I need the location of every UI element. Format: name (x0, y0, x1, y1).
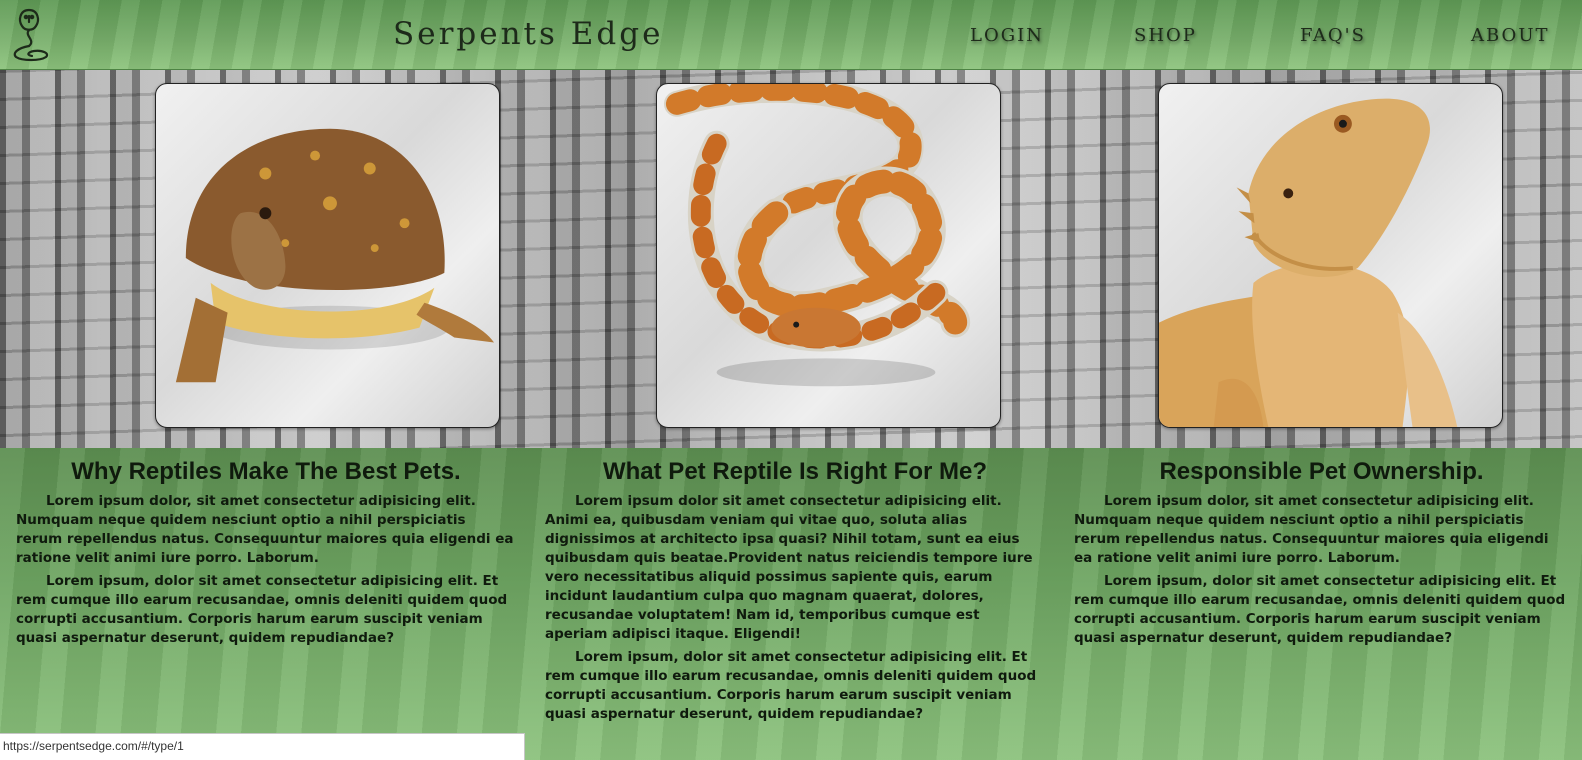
cobra-icon[interactable] (6, 6, 52, 64)
section-paragraph: Lorem ipsum, dolor sit amet consectetur … (1074, 573, 1566, 646)
nav-shop[interactable]: SHOP (1134, 25, 1197, 46)
bearded-dragon-image[interactable] (1158, 83, 1503, 428)
nav-about[interactable]: ABOUT (1471, 25, 1550, 46)
section-title: Why Reptiles Make The Best Pets. (71, 458, 461, 485)
section-paragraph: Lorem ipsum, dolor sit amet consectetur … (545, 649, 1037, 722)
section-right-reptile: What Pet Reptile Is Right For Me? Lorem … (545, 458, 1045, 728)
section-paragraph: Lorem ipsum, dolor sit amet consectetur … (16, 573, 508, 646)
section-paragraph: Lorem ipsum dolor sit amet consectetur a… (545, 493, 1033, 642)
status-bar-url: https://serpentsedge.com/#/type/1 (0, 733, 525, 760)
nav-faqs[interactable]: FAQ'S (1300, 25, 1366, 46)
section-title: Responsible Pet Ownership. (1159, 458, 1484, 485)
section-responsible-ownership: Responsible Pet Ownership. Lorem ipsum d… (1074, 458, 1569, 652)
corn-snake-image[interactable] (656, 83, 1001, 428)
section-why-reptiles: Why Reptiles Make The Best Pets. Lorem i… (16, 458, 516, 652)
box-turtle-image[interactable] (155, 83, 500, 428)
nav-login[interactable]: LOGIN (970, 25, 1044, 46)
site-header: Serpents Edge LOGIN SHOP FAQ'S ABOUT (0, 0, 1582, 70)
site-title[interactable]: Serpents Edge (393, 16, 663, 52)
section-paragraph: Lorem ipsum dolor, sit amet consectetur … (16, 493, 514, 566)
section-paragraph: Lorem ipsum dolor, sit amet consectetur … (1074, 493, 1549, 566)
section-title: What Pet Reptile Is Right For Me? (602, 458, 987, 485)
